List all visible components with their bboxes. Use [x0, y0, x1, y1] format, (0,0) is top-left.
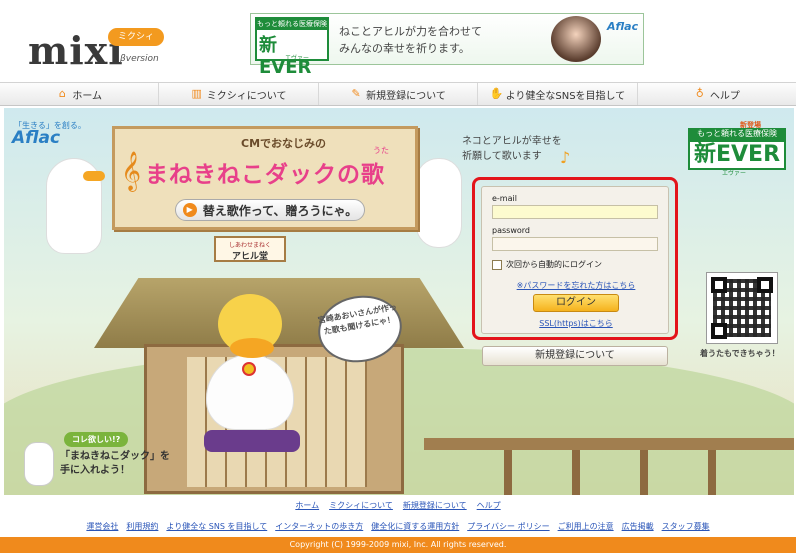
ever-tagline: もっと頼れる医療保険 — [257, 19, 327, 30]
header: mixi ミクシィ βversion もっと頼れる医療保険 新EVER エヴァー… — [0, 0, 796, 82]
banner-text: ねことアヒルが力を合わせて みんなの幸せを祈ります。 — [339, 23, 482, 57]
main-nav: ⌂ ホーム ▥ ミクシィについて ✎ 新規登録について ✋ より健全なSNSを目指して ♁ ヘルプ — [0, 82, 796, 106]
book-icon: ▥ — [191, 87, 202, 100]
footer-link[interactable]: ホーム — [295, 500, 319, 511]
white-duck-illustration — [46, 158, 105, 254]
login-form: e-mail password 次回から自動的にログイン ※パスワードを忘れた方… — [481, 186, 669, 334]
song-title: まねきねこダックの歌 — [145, 162, 385, 188]
neko-line-2: 祈願して歌います — [462, 151, 542, 162]
make-song-label: 替え歌作って、贈ろうにゃ。 — [202, 203, 358, 218]
qr-corner — [711, 323, 727, 339]
nav-item-label: ミクシィについて — [206, 90, 287, 102]
ever-kana: エヴァー — [285, 55, 310, 62]
bell-icon — [242, 362, 256, 376]
register-button[interactable]: 新規登録について — [482, 346, 668, 366]
play-icon: ▶ — [182, 203, 197, 217]
ringtone-text: 着うたもできちゃう！ — [700, 349, 780, 358]
banner-line-2: みんなの幸せを祈ります。 — [339, 42, 470, 55]
ahiru-do-sign: しあわせまねく アヒル堂 — [214, 236, 286, 262]
footer-link[interactable]: 運営会社 — [86, 521, 118, 532]
ssl-login-link[interactable]: SSL(https)はこちら — [482, 318, 670, 329]
footer-link[interactable]: 利用規約 — [126, 521, 158, 532]
forgot-password-link[interactable]: ※パスワードを忘れた方はこちら — [482, 280, 670, 291]
auto-login-label: 次回から自動的にログイン — [506, 260, 602, 269]
neko-ahiru-text: ネコとアヒルが幸せを 祈願して歌います — [462, 134, 562, 164]
footer-link[interactable]: 健全化に資する運用方針 — [371, 521, 459, 532]
aflac-logo: Aflac — [12, 128, 61, 148]
ever-right-tagline: もっと頼れる医療保険 — [688, 128, 786, 140]
footer-legal-links: 運営会社 利用規約 より健全な SNS を目指して インターネットの歩き方 健全化に資す… — [0, 521, 796, 532]
cm-text: CMでおなじみの — [241, 137, 327, 150]
qr-code — [706, 272, 778, 344]
porch-beam — [424, 438, 794, 450]
email-label: e-mail — [492, 194, 517, 203]
neko-line-1: ネコとアヒルが幸せを — [462, 136, 562, 147]
porch-legs — [444, 450, 774, 495]
ever-right-kana: エヴァー — [722, 170, 747, 177]
promo-line-2: 手に入れよう！ — [60, 465, 130, 476]
auto-login-checkbox[interactable] — [492, 259, 502, 270]
footer-link[interactable]: スタッフ募集 — [662, 521, 710, 532]
pencil-icon: ✎ — [351, 87, 361, 100]
copyright-bar: Copyright (C) 1999-2009 mixi, Inc. All r… — [0, 537, 796, 553]
email-field[interactable] — [492, 205, 658, 219]
footer-link[interactable]: ヘルプ — [477, 500, 501, 511]
aflac-banner-ad[interactable]: もっと頼れる医療保険 新EVER エヴァー ねことアヒルが力を合わせて みんなの… — [250, 13, 644, 78]
nav-item-label: ホーム — [72, 90, 103, 102]
song-title-board[interactable]: 𝄞 CMでおなじみの うた まねきねこダックの歌 ▶ 替え歌作って、贈ろうにゃ。 — [112, 126, 418, 230]
white-cat-illustration — [416, 158, 462, 248]
music-note-icon: ♪ — [560, 148, 571, 167]
nav-item-label: ヘルプ — [709, 90, 740, 102]
footer-link[interactable]: より健全な SNS を目指して — [166, 521, 267, 532]
aflac-brand: Aflac — [607, 20, 639, 33]
make-song-button[interactable]: ▶ 替え歌作って、贈ろうにゃ。 — [175, 199, 365, 221]
maneki-neko-duck-illustration — [200, 284, 300, 434]
footer-nav: ホーム ミクシィについて 新規登録について ヘルプ — [0, 500, 796, 511]
password-field[interactable] — [492, 237, 658, 251]
sign-main-text: アヒル堂 — [231, 252, 268, 262]
banner-photo — [551, 16, 601, 62]
nav-item-label: 新規登録について — [366, 90, 446, 102]
nav-item-2[interactable]: ✎ 新規登録について — [319, 83, 479, 105]
purple-cushion — [204, 430, 300, 452]
lightbulb-icon: ♁ — [695, 87, 704, 100]
sign-top-text: しあわせまねく — [228, 242, 271, 249]
duck-bill — [230, 338, 274, 358]
nav-item-label: より健全なSNSを目指して — [505, 90, 626, 102]
promo-bubble: コレ欲しい!? — [64, 432, 129, 447]
logo-badge: ミクシィ — [108, 28, 164, 46]
footer-link[interactable]: 新規登録について — [403, 500, 467, 511]
qr-corner — [757, 277, 773, 293]
nav-item-0[interactable]: ⌂ ホーム — [0, 83, 160, 105]
ever-logo: もっと頼れる医療保険 新EVER エヴァー — [255, 17, 329, 78]
maneki-cat-illustration — [24, 442, 54, 486]
treble-clef-icon: 𝄞 — [121, 151, 142, 191]
footer-link[interactable]: ご利用上の注意 — [558, 521, 614, 532]
footer-link[interactable]: 広告掲載 — [622, 521, 654, 532]
banner-line-1: ねことアヒルが力を合わせて — [339, 25, 482, 38]
nav-item-3[interactable]: ✋ より健全なSNSを目指して — [478, 83, 638, 105]
hands-icon: ✋ — [489, 87, 504, 100]
footer-link[interactable]: ミクシィについて — [329, 500, 393, 511]
footer-link[interactable]: インターネットの歩き方 — [275, 521, 363, 532]
promo-line-1: 「まねきねこダック」を — [60, 451, 170, 462]
logo-beta-text: βversion — [120, 54, 159, 64]
login-button[interactable]: ログイン — [533, 294, 619, 312]
password-label: password — [492, 226, 530, 235]
auto-login-row[interactable]: 次回から自動的にログイン — [492, 259, 602, 270]
nav-item-4[interactable]: ♁ ヘルプ — [638, 83, 796, 105]
ever-right-title: 新EVER — [688, 140, 786, 170]
house-icon: ⌂ — [58, 87, 66, 100]
promo-text[interactable]: 「まねきねこダック」を 手に入れよう！ — [60, 450, 170, 478]
nav-item-1[interactable]: ▥ ミクシィについて — [159, 83, 319, 105]
footer-link[interactable]: プライバシー ポリシー — [467, 521, 549, 532]
ever-logo-right[interactable]: 新登場 もっと頼れる医療保険 新EVER エヴァー — [688, 120, 786, 177]
qr-corner — [711, 277, 727, 293]
